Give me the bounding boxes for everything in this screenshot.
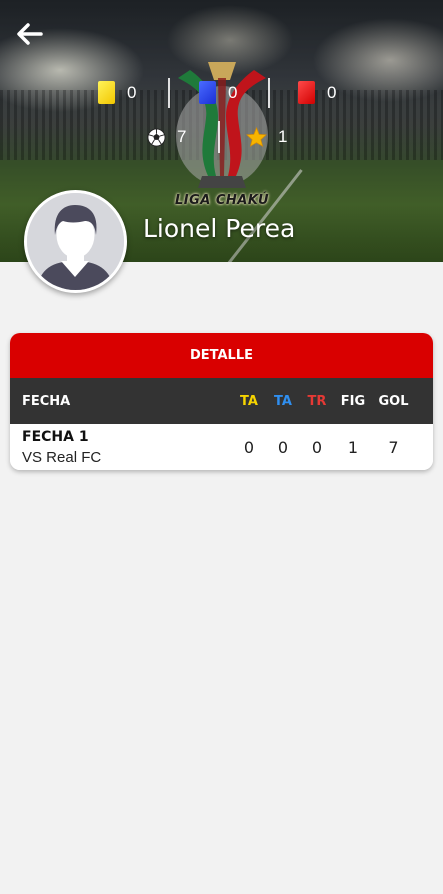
blue-cards-stat: 0 [199,81,237,104]
detail-header: DETALLE [10,333,433,378]
red-cards-stat: 0 [298,81,336,104]
match-opponent: VS Real FC [22,448,102,466]
match-info: FECHA 1 VS Real FC [10,429,232,466]
blue-card-icon [199,81,216,104]
column-ta-yellow: TA [240,393,258,409]
detail-card: DETALLE FECHA TA TA TR FIG GOL FECHA 1 V… [10,333,433,470]
yellow-cards-stat: 0 [98,81,136,104]
match-fecha: FECHA 1 [22,428,89,445]
mvp-value: 1 [278,127,288,146]
cell-ta-blue: 0 [277,437,289,457]
player-avatar [24,190,127,293]
soccer-ball-icon [147,127,166,147]
arrow-left-icon [17,23,43,45]
red-cards-value: 0 [327,82,337,102]
column-tr: TR [307,393,327,409]
red-card-icon [298,81,315,104]
table-header: FECHA TA TA TR FIG GOL [10,378,433,424]
player-name: Lionel Perea [143,214,296,243]
blue-cards-value: 0 [228,82,238,102]
column-gol: GOL [378,393,409,409]
table-row[interactable]: FECHA 1 VS Real FC 0 0 0 1 7 [10,424,433,470]
yellow-card-icon [98,81,115,104]
stat-divider [168,78,170,108]
cell-tr: 0 [311,437,323,457]
cell-ta-yellow: 0 [243,437,255,457]
yellow-cards-value: 0 [127,82,137,102]
cell-fig: 1 [347,437,359,457]
mvp-stat: 1 [246,127,287,147]
column-fig: FIG [340,393,366,409]
goals-stat: 7 [147,127,186,147]
back-button[interactable] [14,20,46,48]
column-fecha: FECHA [22,393,71,409]
goals-value: 7 [177,127,187,146]
column-ta-blue: TA [274,393,292,409]
logo-text: LIGA CHAKÚ [174,193,270,208]
user-silhouette-icon [27,193,124,290]
stat-divider [268,78,270,108]
cell-gol: 7 [388,437,399,457]
stat-divider [218,121,220,153]
star-icon [246,127,267,147]
